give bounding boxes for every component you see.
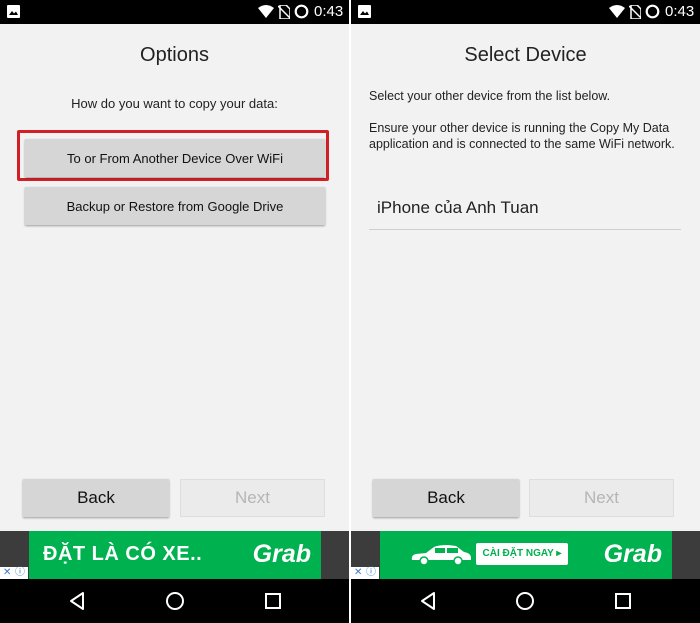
page-title: Options	[140, 44, 209, 66]
options-screen: 0:43 Options How do you want to copy you…	[0, 0, 349, 623]
car-icon	[411, 545, 471, 566]
device-list-item[interactable]: iPhone của Anh Tuan	[369, 186, 681, 230]
battery-charging-icon	[645, 4, 660, 19]
next-button[interactable]: Next	[180, 479, 325, 517]
nav-home-icon[interactable]	[515, 591, 535, 611]
wifi-transfer-button[interactable]: To or From Another Device Over WiFi	[25, 139, 325, 177]
nav-back-icon[interactable]	[67, 591, 87, 611]
back-button[interactable]: Back	[373, 479, 519, 517]
next-button[interactable]: Next	[529, 479, 674, 517]
clock: 0:43	[665, 3, 695, 20]
ad-info-icon: ⓘ	[366, 567, 376, 578]
page-title: Select Device	[464, 44, 587, 66]
wifi-icon	[609, 5, 625, 18]
nav-home-icon[interactable]	[165, 591, 185, 611]
select-content: Select Device Select your other device f…	[351, 24, 700, 531]
ad-close-icon: ✕	[354, 567, 363, 578]
clock: 0:43	[314, 3, 344, 20]
grab-logo: Grab	[252, 540, 311, 568]
navigation-bar	[0, 579, 349, 623]
ad-close-icon: ✕	[3, 567, 12, 578]
back-button[interactable]: Back	[23, 479, 169, 517]
battery-charging-icon	[294, 4, 309, 19]
google-drive-button[interactable]: Backup or Restore from Google Drive	[25, 187, 325, 225]
ad-headline: ĐẶT LÀ CÓ XE..	[43, 543, 203, 565]
options-content: Options How do you want to copy your dat…	[0, 24, 349, 531]
ad-area: CÀI ĐẶT NGAY ▸ Grab ✕ ⓘ	[351, 531, 700, 579]
install-now-button[interactable]: CÀI ĐẶT NGAY ▸	[476, 543, 568, 565]
no-sim-icon	[278, 5, 290, 19]
ad-area: ĐẶT LÀ CÓ XE.. Grab ✕ ⓘ	[0, 531, 349, 579]
copy-prompt: How do you want to copy your data:	[71, 96, 278, 111]
status-bar: 0:43	[351, 0, 700, 24]
select-device-screen: 0:43 Select Device Select your other dev…	[351, 0, 700, 623]
ad-info-icon: ⓘ	[15, 567, 25, 578]
requirement-text: Ensure your other device is running the …	[369, 121, 675, 151]
grab-logo: Grab	[603, 540, 662, 568]
image-notification-icon	[358, 5, 371, 18]
ad-banner[interactable]: ĐẶT LÀ CÓ XE.. Grab	[29, 531, 321, 579]
nav-back-icon[interactable]	[418, 591, 438, 611]
navigation-bar	[351, 579, 700, 623]
nav-recents-icon[interactable]	[263, 591, 283, 611]
nav-recents-icon[interactable]	[613, 591, 633, 611]
ad-info-badge[interactable]: ✕ ⓘ	[0, 567, 28, 579]
ad-banner[interactable]: CÀI ĐẶT NGAY ▸ Grab	[380, 531, 672, 579]
no-sim-icon	[629, 5, 641, 19]
wifi-icon	[258, 5, 274, 18]
status-bar: 0:43	[0, 0, 349, 24]
ad-info-badge[interactable]: ✕ ⓘ	[351, 567, 379, 579]
image-notification-icon	[7, 5, 20, 18]
instruction-text: Select your other device from the list b…	[369, 89, 611, 103]
